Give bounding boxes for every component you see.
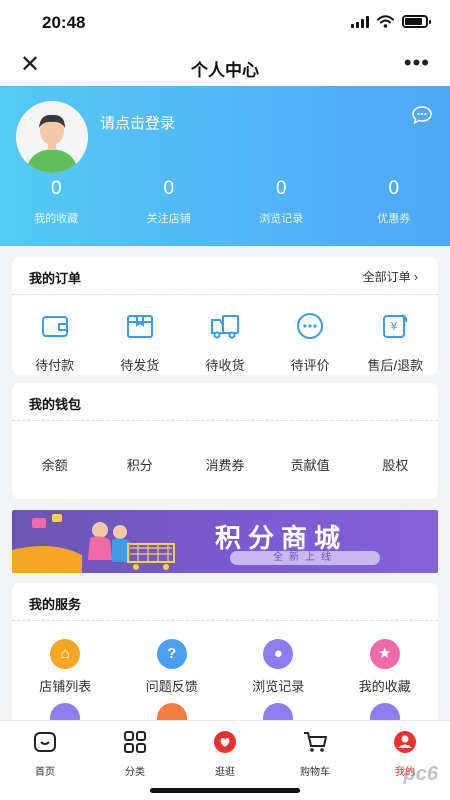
message-icon[interactable] — [412, 106, 432, 124]
signal-icon — [351, 15, 369, 28]
tab-label: 逛逛 — [215, 767, 235, 778]
more-dots-icon[interactable]: ••• — [404, 50, 430, 76]
tab-label: 购物车 — [300, 767, 330, 778]
order-status-row: 待付款 待发货 待收货 待评价 ¥ 售后/退款 — [12, 295, 438, 374]
stat-history[interactable]: 0 浏览记录 — [225, 178, 338, 226]
status-time: 20:48 — [42, 13, 86, 32]
service-favorites[interactable]: ★ 我的收藏 — [332, 639, 439, 695]
login-prompt[interactable]: 请点击登录 — [100, 112, 175, 133]
order-label: 售后/退款 — [367, 358, 424, 373]
wallet-card: 我的钱包 余额 积分 消费券 贡献值 股权 — [12, 383, 438, 499]
chevron-right-icon: › — [414, 270, 418, 284]
home-icon — [34, 732, 56, 752]
shopping-illustration — [12, 514, 175, 573]
stat-label: 我的收藏 — [34, 213, 79, 225]
comment-icon — [297, 313, 324, 339]
service-label: 问题反馈 — [145, 679, 198, 694]
points-mall-banner[interactable]: 积分商城 全新上线 — [12, 510, 438, 573]
stat-label: 浏览记录 — [259, 213, 304, 225]
orders-card: 我的订单 全部订单 › 待付款 待发货 待收货 待评价 ¥ 售后/退款 — [12, 257, 438, 375]
stat-value: 0 — [163, 178, 175, 199]
wallet-points[interactable]: 积分 — [97, 455, 182, 474]
stat-favorites[interactable]: 0 我的收藏 — [0, 178, 113, 226]
profile-icon — [394, 731, 416, 753]
watermark-logo: pc6 — [403, 763, 438, 785]
services-card: 我的服务 ⌂ 店铺列表 ? 问题反馈 ● 浏览记录 ★ 我的收藏 — [12, 583, 438, 743]
order-pending-review[interactable]: 待评价 — [268, 311, 353, 374]
order-label: 待发货 — [120, 358, 160, 373]
orders-header: 我的订单 全部订单 › — [12, 257, 438, 295]
avatar[interactable] — [16, 101, 88, 173]
tab-cart[interactable]: 购物车 — [270, 729, 360, 778]
orders-title: 我的订单 — [29, 271, 82, 286]
order-pending-shipment[interactable]: 待发货 — [97, 311, 182, 374]
tab-label: 首页 — [35, 767, 55, 778]
explore-icon — [214, 731, 236, 753]
order-label: 待收货 — [205, 358, 245, 373]
stat-followed-stores[interactable]: 0 关注店铺 — [113, 178, 226, 226]
category-icon — [124, 731, 146, 753]
tab-category[interactable]: 分类 — [90, 729, 180, 778]
banner-subtitle: 全新上线 — [230, 551, 380, 565]
status-icons — [351, 15, 431, 28]
service-feedback[interactable]: ? 问题反馈 — [119, 639, 226, 695]
wallet-title: 我的钱包 — [29, 397, 82, 412]
question-icon: ? — [156, 639, 187, 669]
home-indicator — [150, 788, 300, 793]
order-label: 待评价 — [290, 358, 330, 373]
service-label: 我的收藏 — [358, 679, 411, 694]
banner-title: 积分商城 — [215, 523, 348, 553]
page-title: 个人中心 — [191, 61, 259, 80]
stat-label: 关注店铺 — [146, 213, 191, 225]
order-pending-payment[interactable]: 待付款 — [12, 311, 97, 374]
wallet-contribution[interactable]: 贡献值 — [268, 455, 353, 474]
order-pending-receipt[interactable]: 待收货 — [182, 311, 267, 374]
profile-stats: 0 我的收藏 0 关注店铺 0 浏览记录 0 优惠券 — [0, 178, 450, 226]
wifi-icon — [377, 15, 394, 28]
stat-value: 0 — [388, 178, 400, 199]
battery-icon — [402, 15, 431, 28]
service-store-list[interactable]: ⌂ 店铺列表 — [12, 639, 119, 695]
cart-icon — [304, 732, 327, 752]
profile-header: 请点击登录 0 我的收藏 0 关注店铺 0 浏览记录 0 优惠券 — [0, 86, 450, 246]
wallet-equity[interactable]: 股权 — [353, 455, 438, 474]
box-icon — [126, 315, 153, 338]
svg-text:¥: ¥ — [391, 320, 398, 333]
stat-value: 0 — [275, 178, 287, 199]
tab-explore[interactable]: 逛逛 — [180, 729, 270, 778]
order-label: 待付款 — [35, 358, 75, 373]
wallet-header: 我的钱包 — [12, 383, 438, 421]
services-header: 我的服务 — [12, 583, 438, 621]
stat-coupons[interactable]: 0 优惠券 — [338, 178, 450, 226]
star-icon: ★ — [369, 639, 400, 669]
service-label: 店铺列表 — [39, 679, 92, 694]
order-refund[interactable]: ¥ 售后/退款 — [353, 311, 438, 374]
service-label: 浏览记录 — [252, 679, 305, 694]
stat-label: 优惠券 — [377, 213, 411, 225]
services-row: ⌂ 店铺列表 ? 问题反馈 ● 浏览记录 ★ 我的收藏 — [12, 621, 438, 695]
all-orders-link[interactable]: 全部订单 › — [363, 268, 418, 285]
wallet-balance[interactable]: 余额 — [12, 455, 97, 474]
services-title: 我的服务 — [29, 597, 82, 612]
store-icon: ⌂ — [50, 639, 81, 669]
refund-icon: ¥ — [383, 314, 408, 338]
wallet-vouchers[interactable]: 消费券 — [182, 455, 267, 474]
nav-bar: ✕ 个人中心 ••• — [0, 46, 450, 86]
service-history[interactable]: ● 浏览记录 — [225, 639, 332, 695]
tab-label: 分类 — [125, 767, 145, 778]
wallet-icon — [41, 316, 68, 337]
wallet-row: 余额 积分 消费券 贡献值 股权 — [12, 421, 438, 474]
stat-value: 0 — [50, 178, 62, 199]
tab-home[interactable]: 首页 — [0, 729, 90, 778]
footprint-icon: ● — [263, 639, 294, 669]
status-bar: 20:48 — [0, 0, 450, 46]
truck-icon — [210, 315, 239, 339]
all-orders-label: 全部订单 — [362, 270, 411, 284]
